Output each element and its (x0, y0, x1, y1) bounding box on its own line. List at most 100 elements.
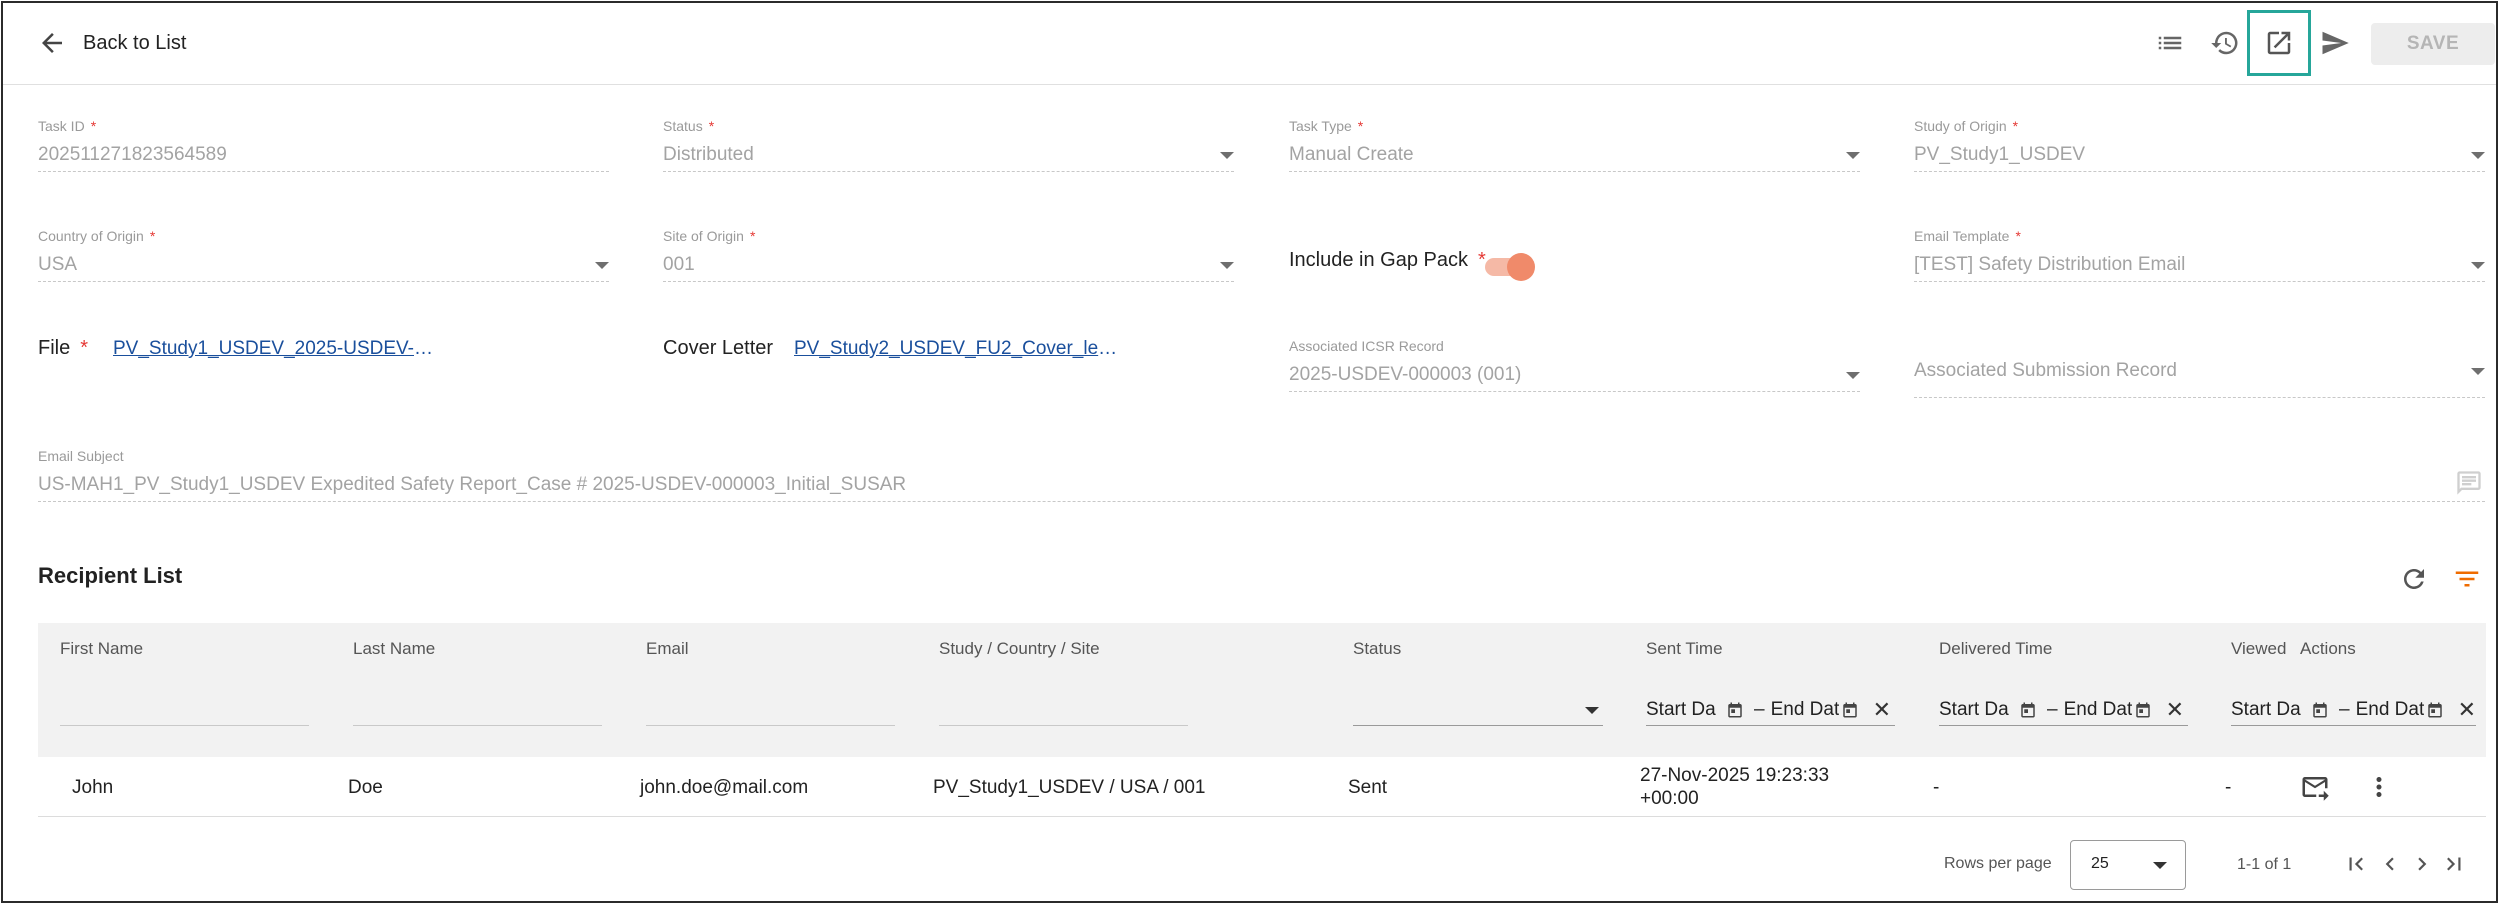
task-type-select[interactable]: Task Type * Manual Create (1289, 118, 1860, 174)
file-label: File * (38, 337, 89, 359)
email-subject-field[interactable]: Email Subject US-MAH1_PV_Study1_USDEV Ex… (38, 448, 2485, 504)
email-template-value: [TEST] Safety Distribution Email (1914, 248, 2485, 282)
chevron-down-icon (595, 262, 609, 269)
chevron-down-icon (1846, 152, 1860, 159)
clear-icon[interactable]: ✕ (2458, 697, 2476, 723)
start-date-text: Start Da (2231, 699, 2301, 720)
study-of-origin-label: Study of Origin * (1914, 118, 2019, 134)
row-more-button[interactable] (2361, 769, 2397, 805)
column-header-actions: Actions (2300, 639, 2356, 658)
status-select[interactable]: Status * Distributed (663, 118, 1234, 174)
resend-email-button[interactable] (2297, 769, 2333, 805)
calendar-icon[interactable] (2311, 701, 2329, 719)
delivered-time-date-filter[interactable]: Start Da – End Dat ✕ (1939, 695, 2188, 726)
email-filter-input[interactable] (646, 725, 895, 726)
first-name-filter-input[interactable] (60, 725, 309, 726)
email-template-select[interactable]: Email Template * [TEST] Safety Distributi… (1914, 228, 2485, 284)
refresh-icon (2404, 569, 2424, 589)
date-range-dash: – (2047, 699, 2058, 720)
status-label: Status * (663, 118, 715, 134)
cell-sent-time-date: 27-Nov-2025 19:23:33 (1640, 765, 1830, 786)
study-of-origin-value: PV_Study1_USDEV (1914, 138, 2485, 172)
column-header-delivered-time[interactable]: Delivered Time (1939, 639, 2052, 659)
viewed-date-filter[interactable]: Start Da – End Dat ✕ (2231, 695, 2476, 726)
save-button[interactable]: SAVE (2371, 23, 2495, 65)
open-in-new-button[interactable] (2247, 10, 2311, 76)
toggle-knob (1507, 253, 1535, 281)
clear-icon[interactable]: ✕ (2166, 697, 2184, 723)
associated-icsr-label: Associated ICSR Record (1289, 338, 1444, 354)
chevron-down-icon (1220, 262, 1234, 269)
last-page-button[interactable] (2439, 849, 2469, 879)
column-header-study-country-site[interactable]: Study / Country / Site (939, 639, 1100, 659)
date-range-dash: – (1754, 699, 1765, 720)
column-header-first-name[interactable]: First Name (60, 639, 143, 659)
calendar-icon[interactable] (1841, 701, 1859, 719)
sent-time-date-filter[interactable]: Start Da – End Dat ✕ (1646, 695, 1895, 726)
study-filter-input[interactable] (939, 725, 1188, 726)
back-to-list-button[interactable]: Back to List (37, 25, 186, 61)
rows-per-page-select[interactable]: 25 (2070, 840, 2186, 890)
column-header-last-name[interactable]: Last Name (353, 639, 435, 659)
last-page-icon (2447, 857, 2461, 871)
column-header-sent-time[interactable]: Sent Time (1646, 639, 1723, 659)
calendar-icon[interactable] (2019, 701, 2037, 719)
cell-viewed: - (2225, 777, 2232, 798)
calendar-icon[interactable] (2134, 701, 2152, 719)
refresh-button[interactable] (2396, 561, 2432, 597)
email-template-label: Email Template * (1914, 228, 2021, 244)
back-to-list-label: Back to List (83, 31, 187, 54)
task-id-field[interactable]: Task ID * 202511271823564589 (38, 118, 609, 174)
send-button[interactable] (2315, 23, 2355, 63)
calendar-icon[interactable] (2426, 701, 2444, 719)
column-header-email[interactable]: Email (646, 639, 689, 659)
column-header-status[interactable]: Status (1353, 639, 1401, 659)
file-link[interactable]: PV_Study1_USDEV_2025-USDEV-00… (113, 338, 433, 360)
first-page-button[interactable] (2341, 849, 2371, 879)
country-of-origin-select[interactable]: Country of Origin * USA (38, 228, 609, 284)
send-icon (2322, 31, 2349, 55)
associated-submission-value: Associated Submission Record (1914, 338, 2485, 398)
email-subject-label: Email Subject (38, 448, 124, 464)
study-of-origin-select[interactable]: Study of Origin * PV_Study1_USDEV (1914, 118, 2485, 174)
end-date-text: End Dat (2063, 699, 2132, 720)
associated-icsr-select[interactable]: Associated ICSR Record 2025-USDEV-000003… (1289, 338, 1860, 394)
edit-note-icon[interactable] (2455, 469, 2483, 497)
table-row[interactable]: John Doe john.doe@mail.com PV_Study1_USD… (38, 757, 2486, 817)
list-view-button[interactable] (2150, 23, 2190, 63)
chevron-down-icon (2471, 368, 2485, 375)
task-type-label: Task Type * (1289, 118, 1364, 134)
last-name-filter-input[interactable] (353, 725, 602, 726)
task-type-value: Manual Create (1289, 138, 1860, 172)
chevron-down-icon (2471, 152, 2485, 159)
cell-delivered-time: - (1933, 777, 1940, 798)
header-bar: Back to List SAVE (3, 3, 2496, 85)
status-filter-select[interactable] (1353, 695, 1603, 726)
chevron-down-icon (2153, 862, 2167, 869)
list-icon (2158, 36, 2182, 50)
include-gap-pack-toggle[interactable] (1485, 253, 1535, 281)
site-of-origin-label: Site of Origin * (663, 228, 756, 244)
arrow-back-icon (42, 33, 62, 53)
previous-page-button[interactable] (2375, 849, 2405, 879)
recipient-list-title: Recipient List (38, 563, 183, 588)
cover-letter-link[interactable]: PV_Study2_USDEV_FU2_Cover_lette… (794, 338, 1119, 360)
next-page-button[interactable] (2407, 849, 2437, 879)
open-in-new-icon (2267, 31, 2291, 55)
chevron-down-icon (2471, 262, 2485, 269)
chevron-down-icon (1585, 707, 1599, 714)
site-of-origin-select[interactable]: Site of Origin * 001 (663, 228, 1234, 284)
clear-icon[interactable]: ✕ (1873, 697, 1891, 723)
more-vert-icon (2376, 777, 2382, 797)
calendar-icon[interactable] (1726, 701, 1744, 719)
associated-submission-select[interactable]: Associated Submission Record (1914, 338, 2485, 398)
filter-button[interactable] (2449, 561, 2485, 597)
task-id-label: Task ID * (38, 118, 97, 134)
history-button[interactable] (2205, 23, 2245, 63)
cover-letter-label: Cover Letter (663, 337, 774, 359)
cell-last-name: Doe (348, 777, 383, 798)
record-detail-page: Back to List SAVE Task ID * 2025112718235… (1, 1, 2498, 903)
column-header-viewed[interactable]: Viewed (2231, 639, 2286, 659)
country-of-origin-label: Country of Origin * (38, 228, 156, 244)
chevron-left-icon (2385, 857, 2394, 871)
